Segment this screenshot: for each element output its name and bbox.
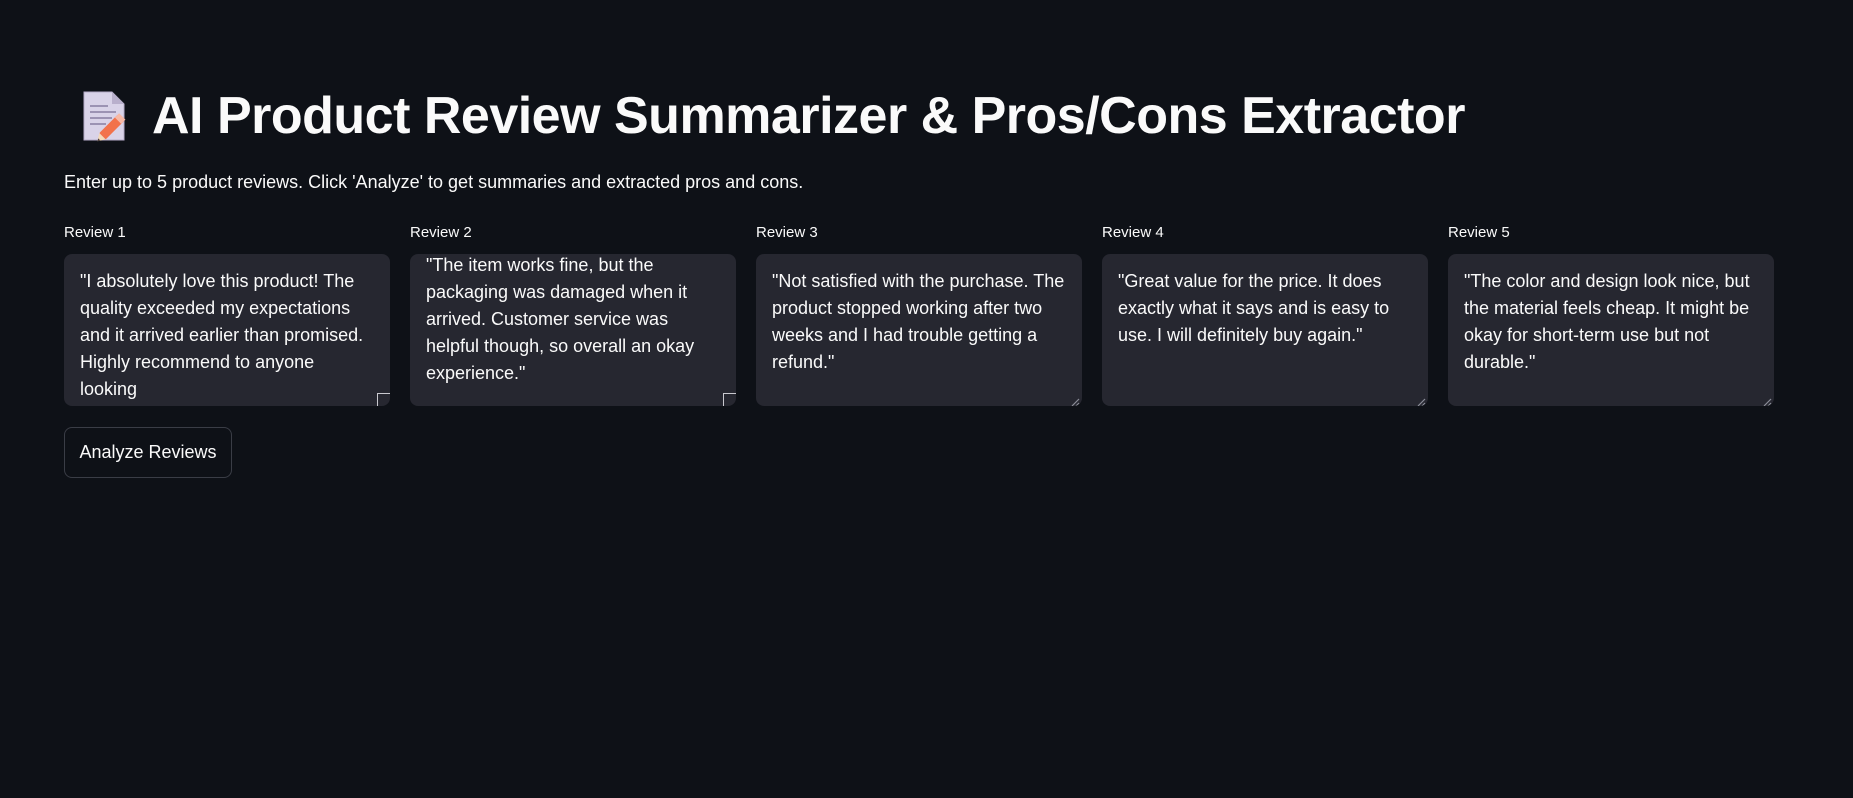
memo-icon — [76, 88, 132, 144]
review-field-1: Review 1 "I absolutely love this product… — [64, 224, 390, 406]
analyze-reviews-button[interactable]: Analyze Reviews — [64, 427, 232, 478]
resize-handle-icon[interactable] — [377, 393, 390, 406]
review-textarea-5[interactable]: "The color and design look nice, but the… — [1448, 254, 1774, 406]
resize-grip-icon[interactable] — [1760, 392, 1772, 406]
review-text[interactable]: "I absolutely love this product! The qua… — [80, 268, 376, 403]
review-field-5: Review 5 "The color and design look nice… — [1448, 224, 1774, 406]
review-text[interactable]: "The color and design look nice, but the… — [1464, 268, 1760, 376]
review-label: Review 2 — [410, 224, 472, 241]
review-text[interactable]: "Great value for the price. It does exac… — [1118, 268, 1414, 349]
review-textarea-2[interactable]: "The item works fine, but the packaging … — [410, 254, 736, 406]
review-textarea-4[interactable]: "Great value for the price. It does exac… — [1102, 254, 1428, 406]
review-label: Review 1 — [64, 224, 126, 241]
page-title: AI Product Review Summarizer & Pros/Cons… — [152, 87, 1465, 145]
resize-grip-icon[interactable] — [1068, 392, 1080, 406]
review-label: Review 4 — [1102, 224, 1164, 241]
review-text[interactable]: "The item works fine, but the packaging … — [426, 254, 722, 387]
reviews-row: Review 1 "I absolutely love this product… — [64, 224, 1774, 406]
review-textarea-3[interactable]: "Not satisfied with the purchase. The pr… — [756, 254, 1082, 406]
app-page: AI Product Review Summarizer & Pros/Cons… — [0, 0, 1853, 798]
review-textarea-1[interactable]: "I absolutely love this product! The qua… — [64, 254, 390, 406]
page-header: AI Product Review Summarizer & Pros/Cons… — [76, 86, 1465, 146]
review-text[interactable]: "Not satisfied with the purchase. The pr… — [772, 268, 1068, 376]
review-field-2: Review 2 "The item works fine, but the p… — [410, 224, 736, 406]
review-field-4: Review 4 "Great value for the price. It … — [1102, 224, 1428, 406]
review-label: Review 3 — [756, 224, 818, 241]
resize-grip-icon[interactable] — [1414, 392, 1426, 406]
review-label: Review 5 — [1448, 224, 1510, 241]
page-subtitle: Enter up to 5 product reviews. Click 'An… — [64, 172, 804, 192]
resize-handle-icon[interactable] — [723, 393, 736, 406]
review-field-3: Review 3 "Not satisfied with the purchas… — [756, 224, 1082, 406]
